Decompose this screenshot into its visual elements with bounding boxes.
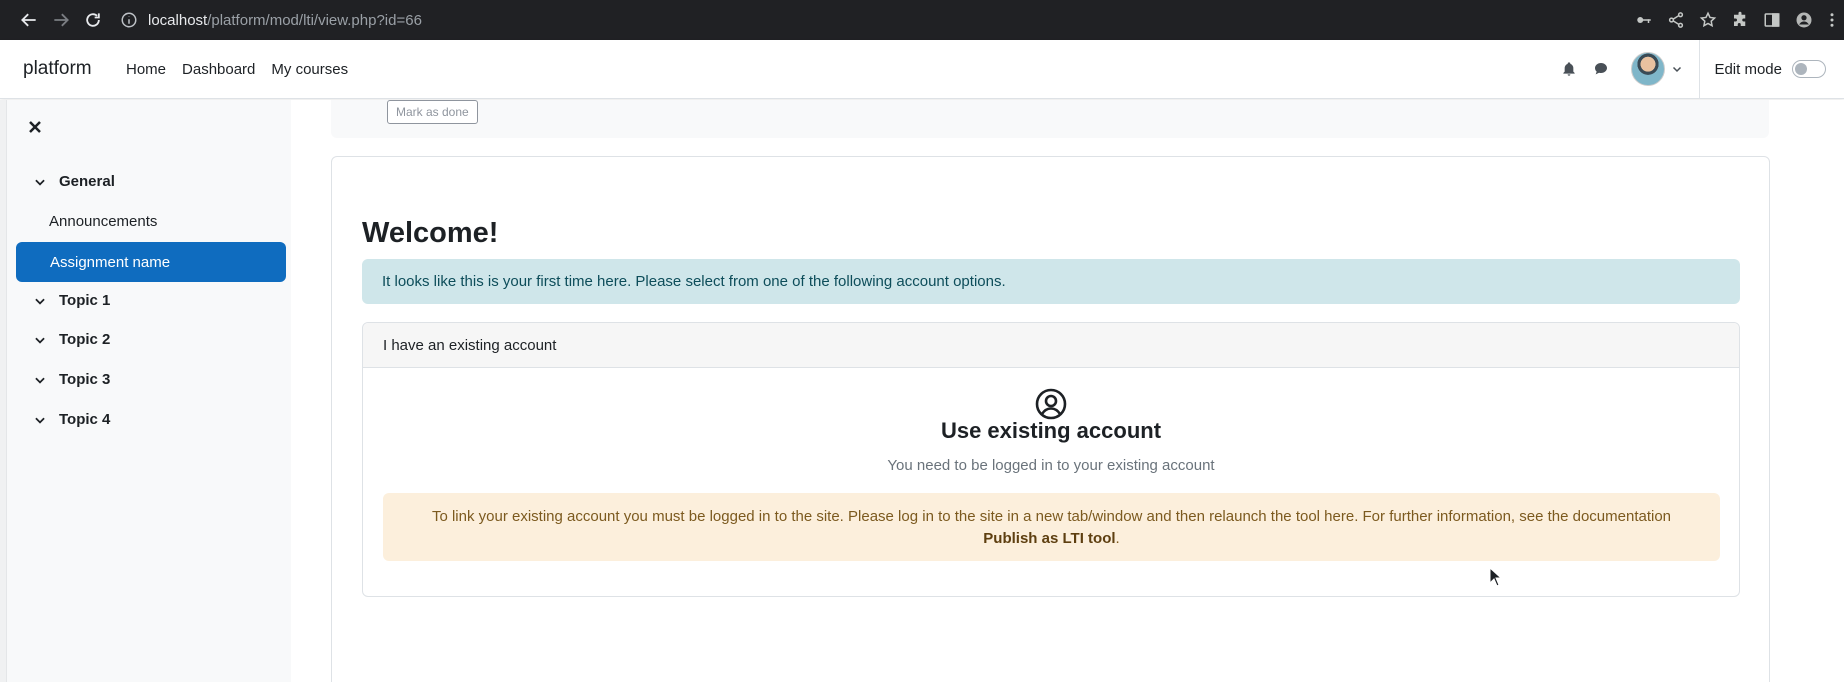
course-index-drawer: General Announcements Assignment name To… — [7, 100, 291, 682]
profile-icon[interactable] — [1788, 0, 1820, 40]
back-arrow-icon[interactable] — [13, 4, 45, 36]
documentation-link[interactable]: Publish as LTI tool — [983, 530, 1115, 547]
kebab-menu-icon[interactable] — [1820, 0, 1844, 40]
edit-mode-toggle[interactable] — [1792, 60, 1826, 78]
chevron-down-icon[interactable] — [33, 175, 47, 189]
url-path: /platform/mod/lti/view.php?id=66 — [207, 11, 422, 29]
user-navigation: Edit mode — [1553, 39, 1826, 99]
warning-alert: To link your existing account you must b… — [383, 493, 1720, 561]
section-title: Topic 3 — [59, 371, 111, 388]
reload-icon[interactable] — [77, 4, 109, 36]
user-circle-icon — [1035, 388, 1067, 420]
navbar-divider — [1699, 39, 1701, 99]
edit-mode-label: Edit mode — [1714, 60, 1782, 78]
share-icon[interactable] — [1660, 0, 1692, 40]
puzzle-icon[interactable] — [1724, 0, 1756, 40]
site-navbar: platform Home Dashboard My courses Edit … — [0, 39, 1844, 99]
chevron-down-icon[interactable] — [33, 333, 47, 347]
browser-toolbar: localhost/platform/mod/lti/view.php?id=6… — [0, 0, 1844, 40]
warning-alert-text: To link your existing account you must b… — [431, 508, 1672, 525]
avatar[interactable] — [1631, 52, 1666, 86]
browser-actions — [1628, 0, 1844, 40]
forward-arrow-icon[interactable] — [45, 4, 77, 36]
info-icon[interactable] — [120, 11, 138, 29]
section-title: Topic 1 — [59, 292, 111, 309]
bell-icon[interactable] — [1553, 61, 1585, 77]
nav-my-courses[interactable]: My courses — [271, 61, 348, 78]
course-item-label: Assignment name — [50, 253, 171, 271]
mark-as-done-button[interactable]: Mark as done — [387, 100, 478, 124]
site-brand[interactable]: platform — [23, 58, 92, 80]
chevron-down-icon[interactable] — [33, 413, 47, 427]
chevron-down-icon[interactable] — [33, 373, 47, 387]
main-region: Mark as done Welcome! It looks like this… — [291, 100, 1844, 682]
address-bar[interactable]: localhost/platform/mod/lti/view.php?id=6… — [120, 6, 422, 34]
chat-icon[interactable] — [1585, 61, 1617, 77]
mouse-cursor-icon — [1489, 567, 1503, 587]
chevron-down-icon[interactable] — [1671, 63, 1683, 75]
chevron-down-icon[interactable] — [33, 294, 47, 308]
course-section-topic-3[interactable]: Topic 3 — [33, 371, 110, 388]
nav-home[interactable]: Home — [126, 61, 166, 78]
card-header: I have an existing account — [363, 323, 1739, 368]
card-title: Use existing account — [940, 418, 1162, 443]
course-section-general[interactable]: General — [33, 173, 115, 190]
nav-dashboard[interactable]: Dashboard — [182, 61, 255, 78]
window-edge — [0, 100, 7, 682]
side-panel-icon[interactable] — [1756, 0, 1788, 40]
section-title: General — [59, 173, 115, 190]
primary-navigation: Home Dashboard My courses — [126, 61, 348, 78]
info-alert-text: It looks like this is your first time he… — [382, 273, 1006, 290]
course-item-assignment-name[interactable]: Assignment name — [16, 242, 286, 282]
section-title: Topic 2 — [59, 331, 111, 348]
activity-header: Mark as done — [331, 100, 1769, 138]
existing-account-card: I have an existing account Use existing … — [362, 322, 1740, 597]
key-icon[interactable] — [1628, 0, 1660, 40]
url-host: localhost — [148, 11, 208, 29]
card-header-text: I have an existing account — [383, 336, 557, 354]
close-icon[interactable] — [25, 117, 45, 137]
section-title: Topic 4 — [59, 411, 111, 428]
info-alert: It looks like this is your first time he… — [362, 259, 1740, 304]
course-section-topic-2[interactable]: Topic 2 — [33, 331, 110, 348]
page-title: Welcome! — [362, 217, 499, 249]
card-text: You need to be logged in to your existin… — [887, 457, 1215, 474]
course-section-topic-4[interactable]: Topic 4 — [33, 411, 110, 428]
star-icon[interactable] — [1692, 0, 1724, 40]
course-section-topic-1[interactable]: Topic 1 — [33, 292, 110, 309]
course-item-announcements[interactable]: Announcements — [49, 213, 157, 230]
warning-alert-end: . — [1115, 530, 1120, 547]
